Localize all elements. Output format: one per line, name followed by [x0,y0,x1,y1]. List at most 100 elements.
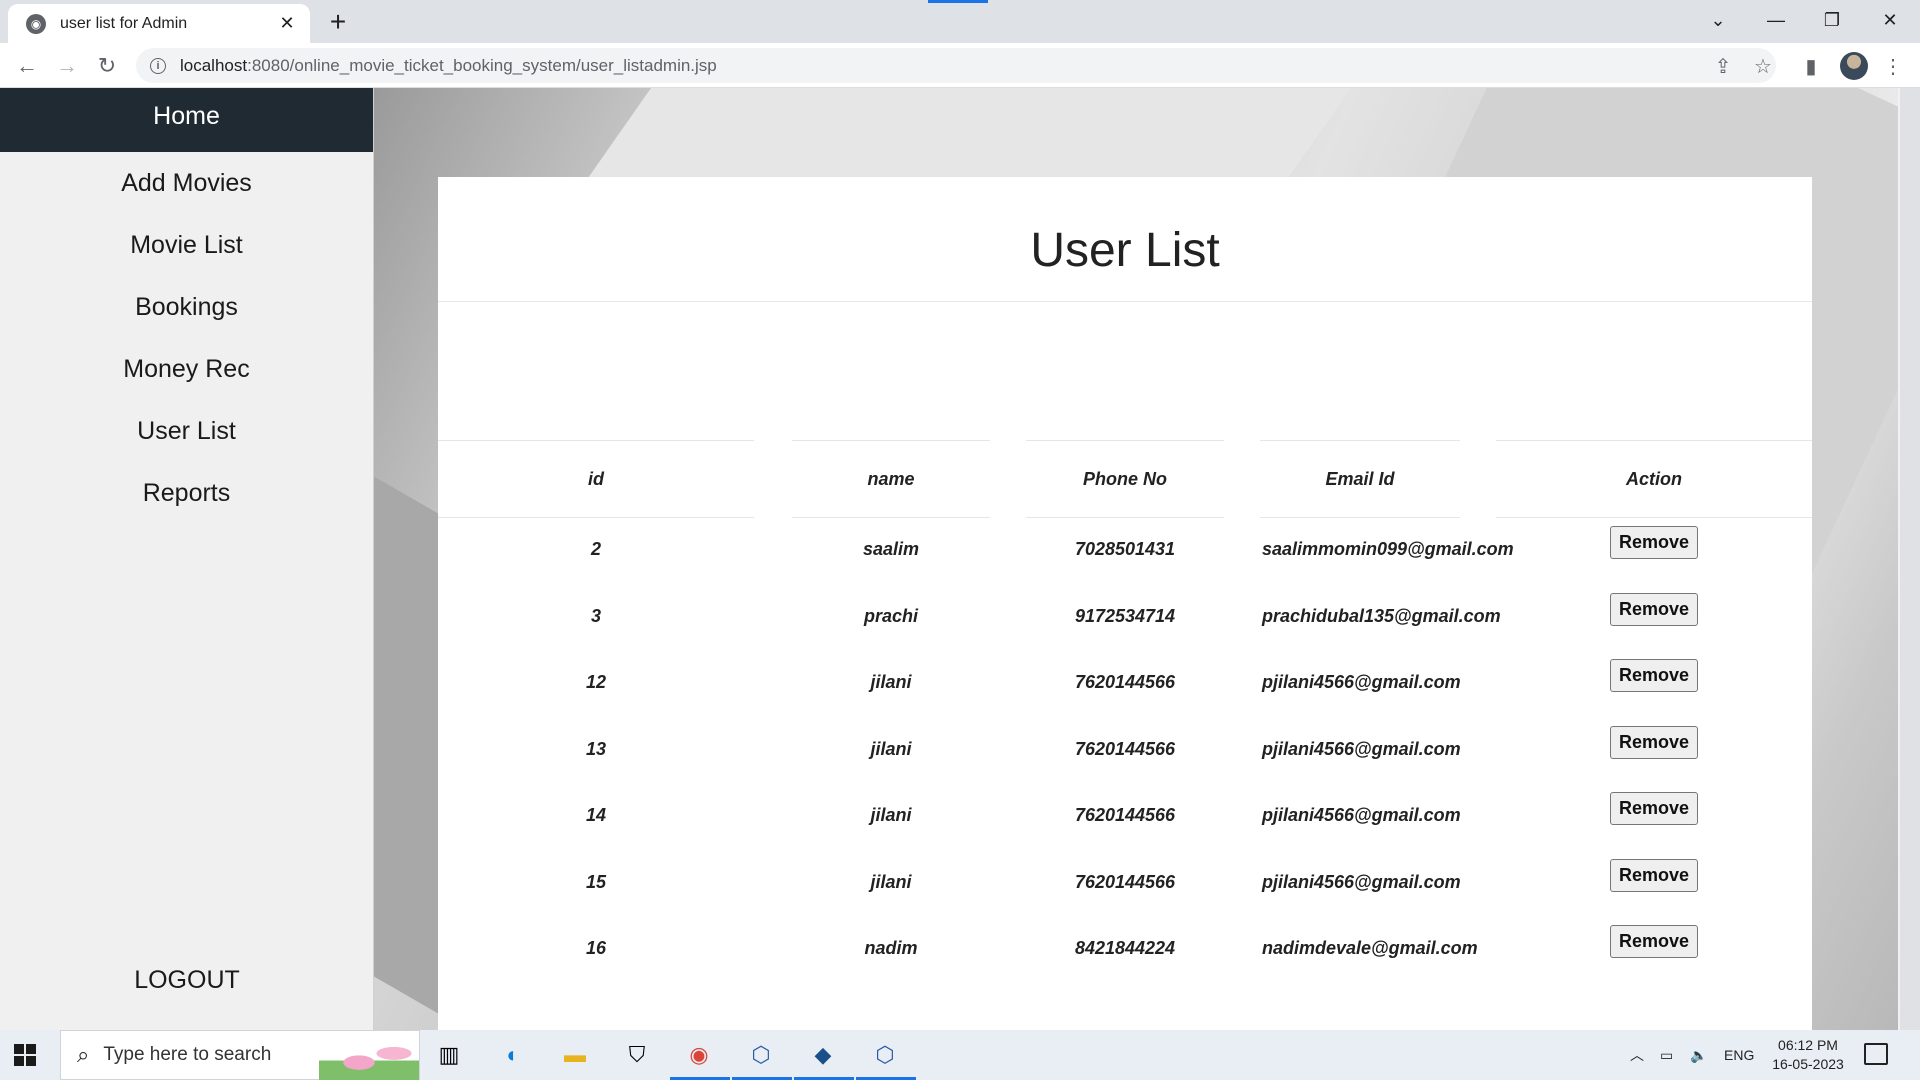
user-list-card: User List id name Phone No Email Id Acti… [438,177,1812,1030]
remove-button[interactable]: Remove [1610,659,1698,692]
divider [438,301,1812,302]
virtualbox-icon[interactable]: ⬡ [744,1038,778,1072]
web-page: Home Add Movies Movie List Bookings Mone… [0,88,1920,1030]
task-view-icon[interactable]: ▥ [432,1038,466,1072]
sidebar-item-money-rec[interactable]: Money Rec [0,338,373,400]
tab-title: user list for Admin [60,14,188,32]
minimize-icon[interactable]: — [1748,0,1804,40]
volume-icon[interactable]: 🔈 [1690,1030,1707,1080]
file-explorer-icon[interactable]: ▬ [558,1038,592,1072]
table-row: 16 nadim 8421844224 nadimdevale@gmail.com Re… [438,923,1812,973]
sidebar-item-movie-list[interactable]: Movie List [0,214,373,276]
cell-name: jilani [870,738,912,759]
cell-name: prachi [863,605,919,626]
page-title: User List [1030,224,1220,277]
cell-name: jilani [870,804,912,825]
menu-kebab-icon[interactable]: ⋮ [1882,55,1904,78]
table-row: 15 jilani 7620144566 pjilani4566@gmail.com R… [438,857,1812,907]
reload-icon[interactable]: ↻ [92,51,122,81]
cell-phone: 8421844224 [1074,937,1176,958]
profile-avatar[interactable] [1840,52,1868,80]
cell-name: jilani [870,671,912,692]
globe-icon: ◉ [26,13,46,34]
language-indicator[interactable]: ENG [1724,1030,1754,1080]
cell-phone: 7620144566 [1074,738,1176,759]
column-header-id: id [438,440,754,518]
remove-button[interactable]: Remove [1610,859,1698,892]
mysql-workbench-icon[interactable]: ◆ [806,1038,840,1072]
remove-button[interactable]: Remove [1610,726,1698,759]
battery-icon[interactable]: ▭ [1660,1030,1673,1080]
remove-button[interactable]: Remove [1610,925,1698,958]
forward-icon[interactable]: → [52,51,82,81]
share-icon[interactable]: ⇪ [1712,55,1734,78]
windows-taskbar: ⌕ Type here to search ▥ ◐ ▬ ⛉ ◉ ⬡ ◆ ⬡ ︿ … [0,1030,1920,1080]
sidebar-item-reports[interactable]: Reports [0,462,373,524]
taskbar-clock[interactable]: 06:12 PM 16-05-2023 [1768,1036,1848,1074]
bookmark-star-icon[interactable]: ☆ [1752,55,1774,78]
clock-time: 06:12 PM [1778,1037,1838,1053]
side-panel-icon[interactable]: ▮ [1800,55,1822,78]
new-tab-button[interactable]: + [323,6,353,38]
sidebar-item-user-list[interactable]: User List [0,400,373,462]
sidebar-item-home[interactable]: Home [0,88,373,152]
cell-id: 14 [585,804,607,825]
table-row: 12 jilani 7620144566 pjilani4566@gmail.com R… [438,657,1812,707]
cell-email: pjilani4566@gmail.com [1262,738,1461,759]
cell-email: pjilani4566@gmail.com [1262,671,1461,692]
window-close-icon[interactable]: ✕ [1862,0,1918,40]
cell-id: 13 [585,738,607,759]
back-icon[interactable]: ← [12,51,42,81]
cell-id: 16 [585,937,607,958]
main-content: User List id name Phone No Email Id Acti… [374,88,1900,1030]
search-icon: ⌕ [77,1042,90,1067]
chrome-icon[interactable]: ◉ [682,1038,716,1072]
windows-start-icon[interactable] [14,1044,36,1066]
browser-tab[interactable]: ◉ user list for Admin ✕ [8,4,310,43]
page-scrollbar[interactable]: ▲ ▼ [1898,88,1900,1030]
remove-button[interactable]: Remove [1610,593,1698,626]
column-header-action: Action [1496,440,1812,518]
table-row: 2 saalim 7028501431 saalimmomin099@gmail.co… [438,524,1812,574]
security-shield-icon[interactable]: ⛉ [620,1038,654,1072]
column-header-phone: Phone No [1026,440,1224,518]
restore-icon[interactable]: ❐ [1804,0,1860,40]
logout-link[interactable]: LOGOUT [0,966,374,995]
cell-id: 12 [585,671,607,692]
cell-email: pjilani4566@gmail.com [1262,804,1461,825]
site-info-icon[interactable]: i [150,57,166,74]
cell-id: 15 [585,871,607,892]
cell-email: pjilani4566@gmail.com [1262,871,1461,892]
sidebar-item-bookings[interactable]: Bookings [0,276,373,338]
cell-phone: 7620144566 [1074,804,1176,825]
cell-email: nadimdevale@gmail.com [1262,937,1478,958]
taskbar-search-input[interactable]: ⌕ Type here to search [60,1030,420,1080]
show-hidden-icons-icon[interactable]: ︿ [1630,1030,1644,1080]
cell-email: saalimmomin099@gmail.com [1262,538,1514,559]
clock-date: 16-05-2023 [1772,1056,1844,1072]
remove-button[interactable]: Remove [1610,792,1698,825]
cell-name: saalim [862,538,920,559]
virtualbox-icon[interactable]: ⬡ [868,1038,902,1072]
column-header-email: Email Id [1260,440,1460,518]
table-row: 14 jilani 7620144566 pjilani4566@gmail.com R… [438,790,1812,840]
edge-icon[interactable]: ◐ [496,1038,530,1072]
url-host: localhost [180,55,248,75]
cell-phone: 7620144566 [1074,671,1176,692]
notifications-icon[interactable] [1864,1043,1888,1065]
cell-phone: 7620144566 [1074,871,1176,892]
remove-button[interactable]: Remove [1610,526,1698,559]
table-row: 3 prachi 9172534714 prachidubal135@gmail.co… [438,591,1812,641]
table-row: 13 jilani 7620144566 pjilani4566@gmail.com R… [438,724,1812,774]
cell-name: jilani [870,871,912,892]
cell-phone: 7028501431 [1074,538,1176,559]
url-input[interactable]: i localhost:8080/online_movie_ticket_boo… [136,48,1776,83]
cell-name: nadim [864,937,918,958]
tab-indicator [928,0,988,3]
sidebar-item-add-movies[interactable]: Add Movies [0,152,373,214]
tab-search-icon[interactable]: ⌄ [1690,0,1746,40]
cell-id: 2 [590,538,601,559]
admin-sidebar: Home Add Movies Movie List Bookings Mone… [0,88,374,1030]
url-path: :8080/online_movie_ticket_booking_system… [247,55,717,75]
close-icon[interactable]: ✕ [276,13,298,34]
